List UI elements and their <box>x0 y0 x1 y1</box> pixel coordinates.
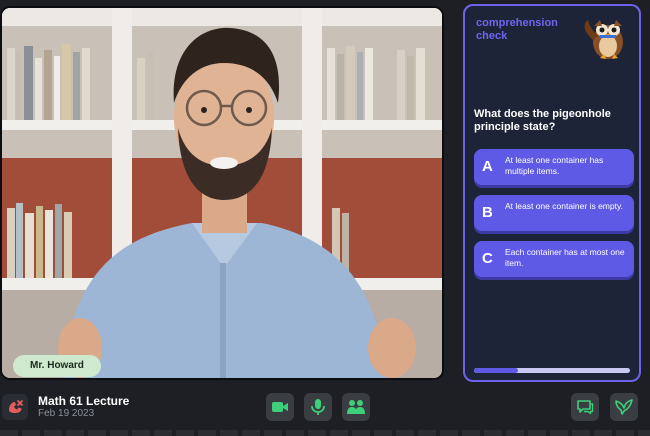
answer-option-a[interactable]: A At least one container has multiple it… <box>474 149 634 185</box>
microphone-icon <box>311 399 325 415</box>
quiz-progress-bar <box>474 368 630 373</box>
comprehension-check-panel: comprehension check What does the pigeon… <box>463 4 641 382</box>
option-text: At least one container has multiple item… <box>505 155 604 176</box>
owl-mascot-icon <box>584 20 623 59</box>
bird-icon <box>615 399 633 415</box>
camera-toggle-button[interactable] <box>266 393 294 421</box>
speaker-name-tag: Mr. Howard <box>13 355 101 377</box>
people-icon <box>347 400 365 414</box>
quiz-question: What does the pigeonhole principle state… <box>474 108 611 133</box>
phone-hangup-icon <box>9 400 23 413</box>
chat-bubble-icon <box>577 400 594 415</box>
option-text: Each container has at most one item. <box>505 247 625 268</box>
microphone-toggle-button[interactable] <box>304 393 332 421</box>
quiz-bird-button[interactable] <box>610 393 638 421</box>
answer-option-b[interactable]: B At least one container is empty. <box>474 195 634 231</box>
leave-call-button[interactable] <box>2 394 28 420</box>
option-letter: B <box>482 204 493 221</box>
chat-button[interactable] <box>571 393 599 421</box>
panel-title: comprehension check <box>476 17 558 42</box>
option-letter: A <box>482 158 493 175</box>
speaker-video-image <box>2 8 442 378</box>
bottom-edge-strip <box>0 430 650 436</box>
answer-option-c[interactable]: C Each container has at most one item. <box>474 241 634 277</box>
quiz-progress-fill <box>474 368 518 373</box>
meeting-title: Math 61 Lecture <box>38 394 130 408</box>
participants-button[interactable] <box>342 393 370 421</box>
option-letter: C <box>482 250 493 267</box>
option-text: At least one container is empty. <box>505 201 623 211</box>
meeting-date: Feb 19 2023 <box>38 408 95 419</box>
video-feed: Mr. Howard <box>0 6 444 380</box>
video-camera-icon <box>272 402 288 412</box>
